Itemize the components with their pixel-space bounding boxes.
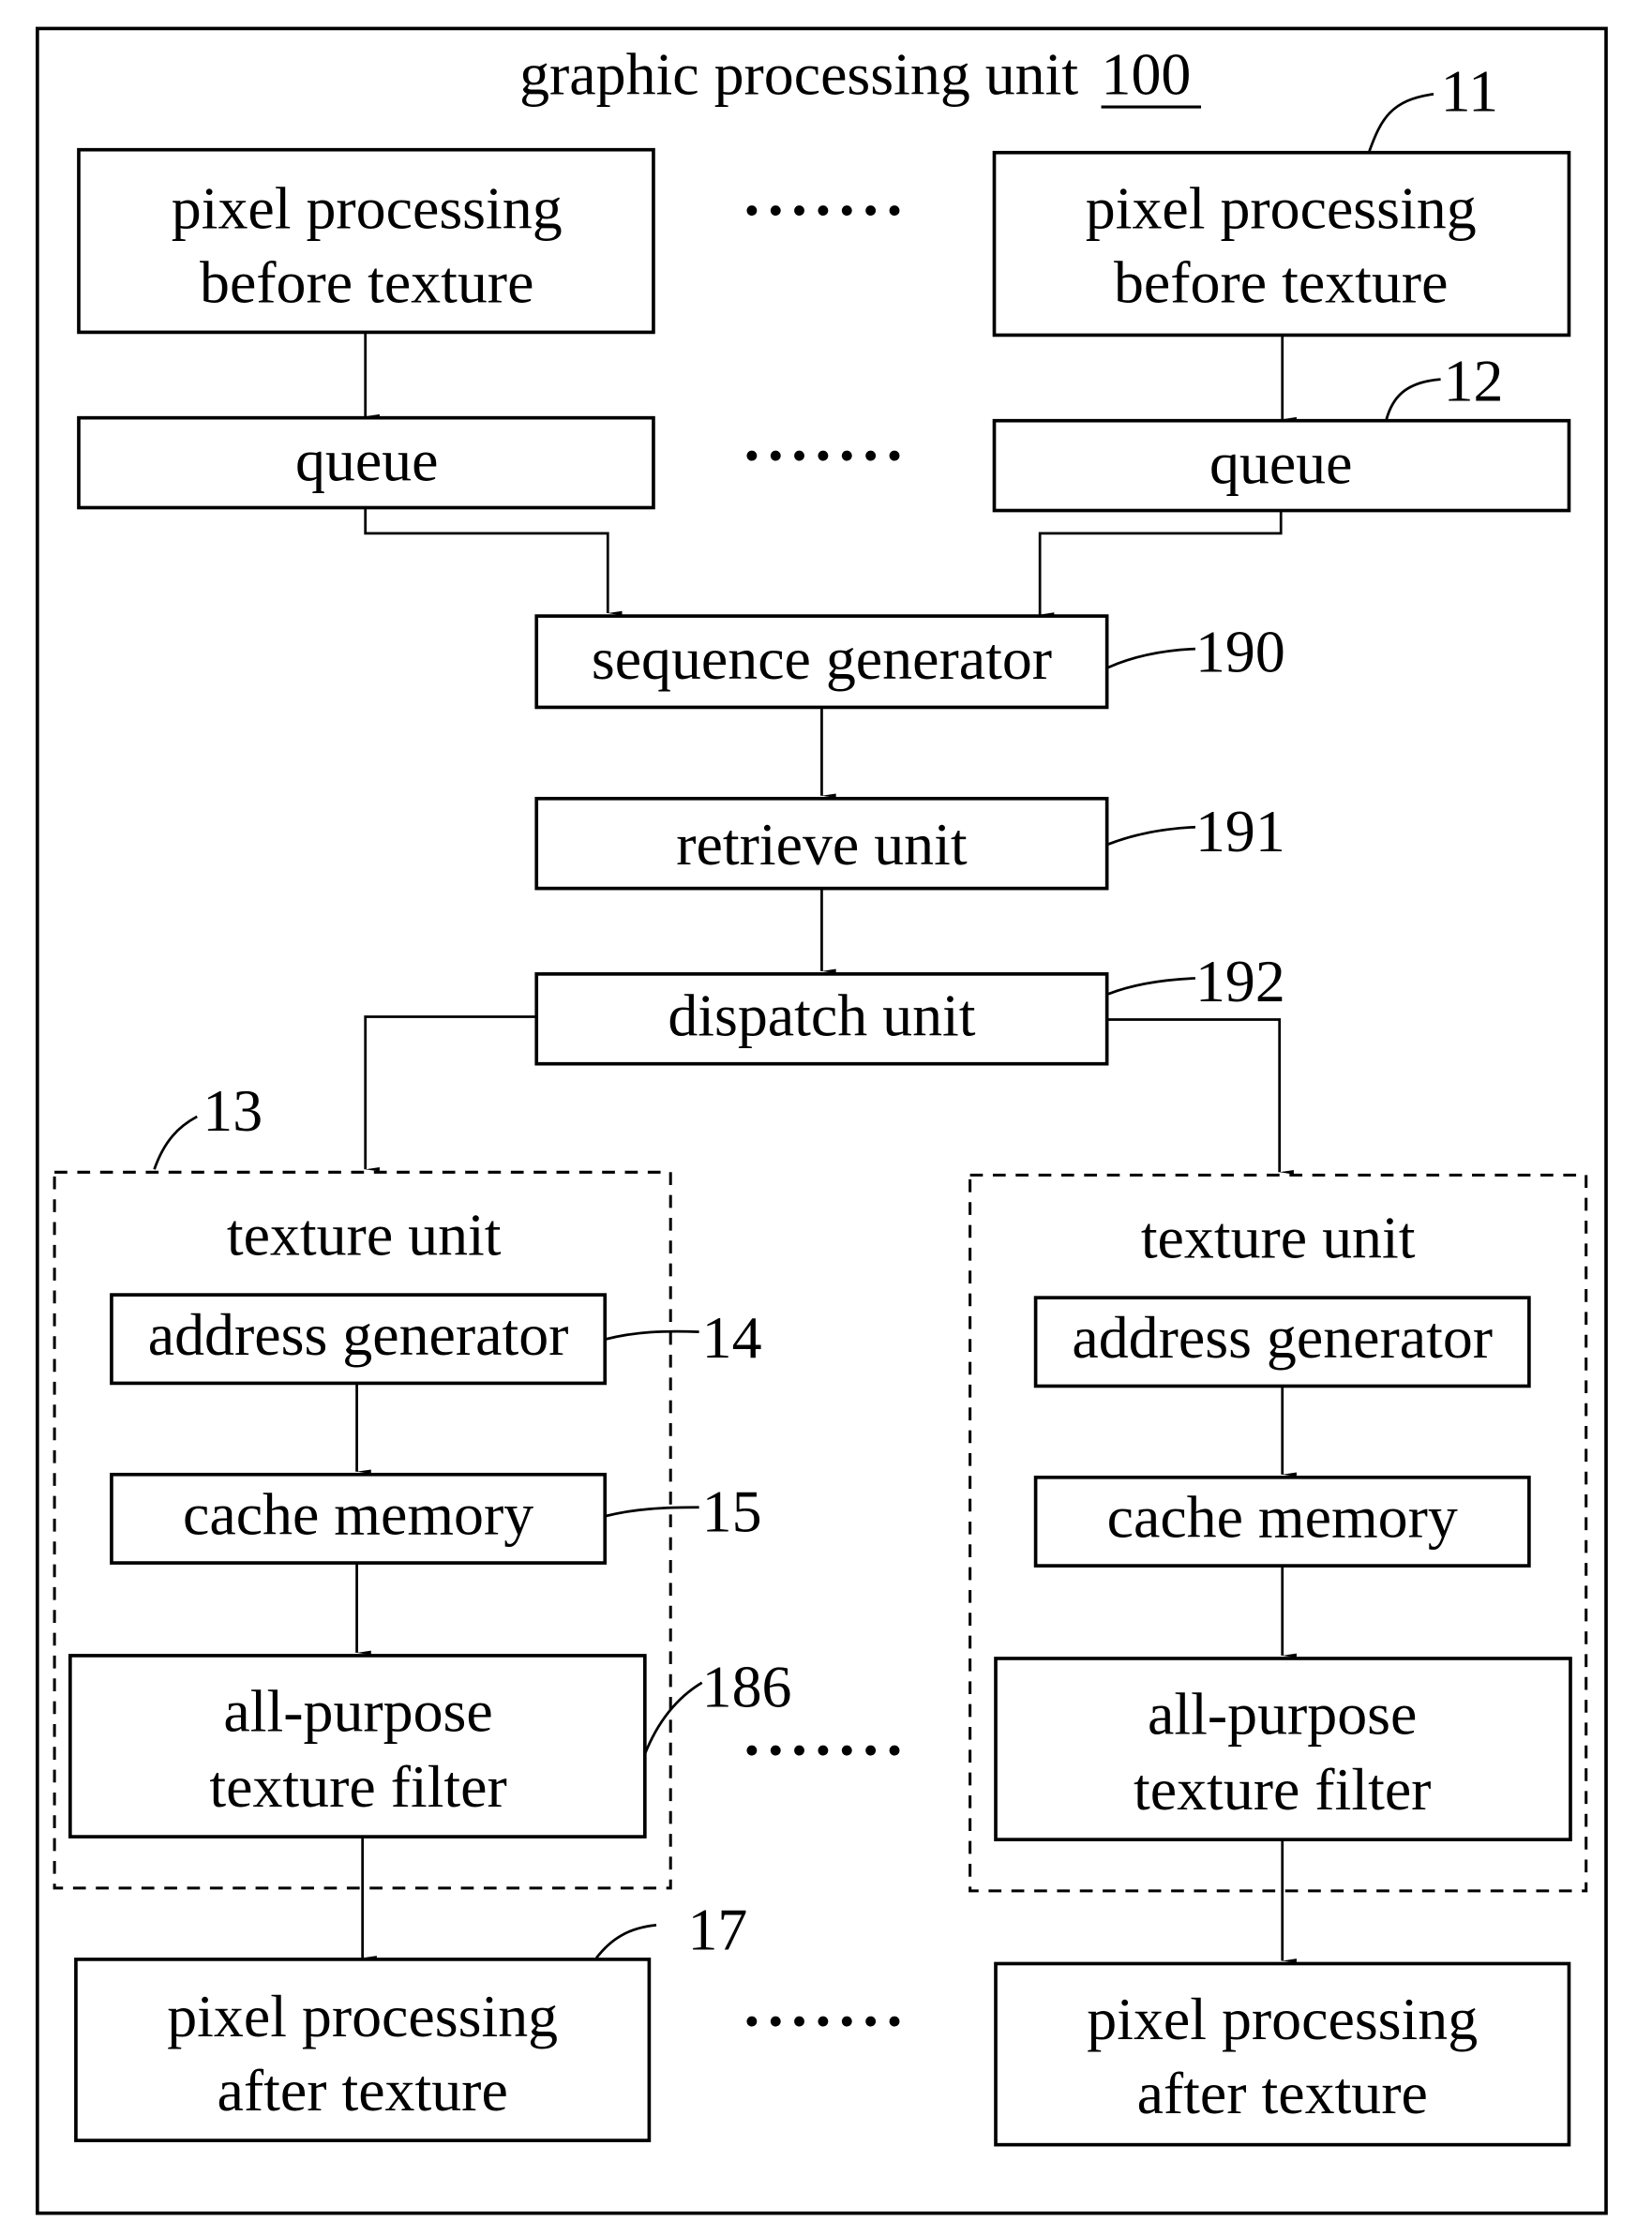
pixel-processing-before-right: pixel processing before texture [992, 150, 1571, 338]
ref-14: 14 [702, 1304, 762, 1371]
leader-192 [1107, 977, 1196, 996]
svg-text:dispatch unit: dispatch unit [668, 982, 975, 1048]
svg-text:retrieve unit: retrieve unit [676, 811, 968, 878]
leader-190 [1107, 647, 1196, 669]
ref-190: 190 [1195, 618, 1285, 684]
ref-192: 192 [1195, 948, 1285, 1014]
gpu-title: graphic processing unit [519, 40, 1078, 107]
leader-186 [643, 1681, 703, 1755]
svg-text:before texture: before texture [1114, 248, 1448, 315]
svg-text:before texture: before texture [200, 248, 533, 315]
queue-left: queue [77, 415, 655, 510]
svg-text:all-purpose: all-purpose [223, 1678, 492, 1745]
leader-191 [1107, 825, 1196, 846]
arrow-dispatch-to-texture-left [364, 1015, 537, 1172]
ref-12: 12 [1444, 347, 1504, 413]
svg-text:address generator: address generator [1072, 1304, 1493, 1371]
texture-unit-left: texture unit address generator cache mem… [53, 1170, 672, 1890]
svg-text:pixel processing: pixel processing [172, 174, 563, 241]
leader-14 [606, 1329, 699, 1341]
ellipsis-bottom: ······· [742, 1987, 909, 2056]
address-generator-right: address generator [1033, 1296, 1531, 1388]
svg-text:cache memory: cache memory [183, 1481, 533, 1548]
texture-filter-left: all-purpose texture filter [68, 1654, 647, 1838]
cache-memory-left: cache memory [110, 1472, 608, 1565]
svg-text:sequence generator: sequence generator [592, 625, 1052, 692]
ellipsis-filter: ······· [742, 1716, 909, 1785]
svg-text:texture unit: texture unit [1141, 1205, 1416, 1271]
ref-11: 11 [1441, 58, 1499, 125]
arrow-dispatch-to-texture-right [1106, 1018, 1294, 1175]
svg-text:pixel processing: pixel processing [1086, 174, 1477, 241]
sequence-generator: sequence generator [534, 614, 1109, 710]
svg-text:texture unit: texture unit [227, 1202, 502, 1268]
texture-filter-right: all-purpose texture filter [994, 1657, 1572, 1841]
retrieve-unit: retrieve unit [534, 796, 1109, 891]
svg-text:after texture: after texture [1137, 2060, 1428, 2126]
leader-12 [1385, 378, 1441, 420]
ref-15: 15 [702, 1478, 762, 1545]
queue-right: queue [992, 418, 1571, 513]
gpu-ref-number: 100 [1102, 40, 1192, 107]
svg-text:texture filter: texture filter [1134, 1756, 1431, 1823]
svg-text:cache memory: cache memory [1107, 1484, 1458, 1551]
leader-13 [153, 1115, 198, 1170]
pixel-processing-before-left: pixel processing before texture [77, 147, 655, 335]
ref-17: 17 [687, 1896, 747, 1962]
pixel-processing-after-left: pixel processing after texture [74, 1958, 652, 2142]
arrow-queue-left-to-seqgen [364, 507, 623, 616]
texture-unit-right: texture unit address generator cache mem… [969, 1173, 1588, 1893]
svg-text:texture filter: texture filter [209, 1753, 506, 1820]
svg-text:all-purpose: all-purpose [1148, 1681, 1417, 1748]
cache-memory-right: cache memory [1033, 1475, 1531, 1568]
ref-191: 191 [1195, 798, 1285, 864]
gpu-outer-frame [36, 26, 1608, 2215]
svg-text:queue: queue [295, 428, 439, 494]
dispatch-unit: dispatch unit [534, 972, 1109, 1066]
leader-11 [1368, 93, 1434, 152]
ref-186: 186 [702, 1654, 792, 1720]
svg-text:queue: queue [1209, 430, 1353, 497]
ellipsis-queue: ······· [742, 421, 909, 490]
svg-text:after texture: after texture [218, 2057, 508, 2123]
leader-15 [606, 1506, 699, 1518]
svg-text:pixel processing: pixel processing [1087, 1986, 1478, 2052]
ellipsis-top: ······· [742, 175, 909, 245]
svg-text:address generator: address generator [148, 1301, 569, 1368]
pixel-processing-after-right: pixel processing after texture [994, 1961, 1571, 2147]
arrow-queue-right-to-seqgen [1038, 510, 1283, 617]
gpu-block-diagram: graphic processing unit 100 pixel proces… [36, 26, 1608, 2215]
ref-13: 13 [203, 1077, 263, 1144]
address-generator-left: address generator [110, 1293, 608, 1386]
svg-text:pixel processing: pixel processing [167, 1983, 558, 2049]
leader-17 [595, 1924, 657, 1959]
